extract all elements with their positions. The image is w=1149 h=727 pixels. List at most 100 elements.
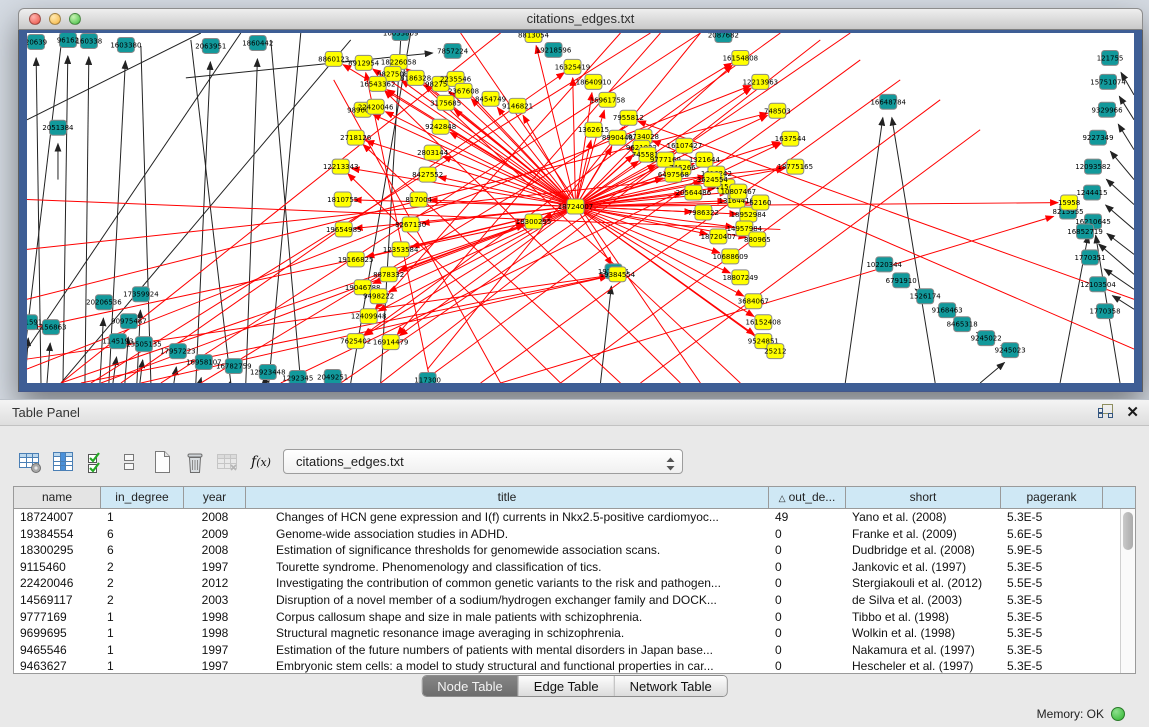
graph-node[interactable]: 1603380 xyxy=(110,37,141,52)
graph-edge[interactable] xyxy=(27,338,28,383)
tab-network-table[interactable]: Network Table xyxy=(614,676,727,696)
graph-edge[interactable] xyxy=(61,40,351,383)
tab-node-table[interactable]: Node Table xyxy=(422,676,518,696)
graph-node[interactable]: 9242848 xyxy=(425,119,456,134)
graph-edge[interactable] xyxy=(113,357,117,383)
graph-node[interactable]: 9245023 xyxy=(995,343,1026,358)
table-row[interactable]: 1872400712008Changes of HCN gene express… xyxy=(14,509,1119,526)
graph-node[interactable]: 10688609 xyxy=(713,249,749,264)
graph-node[interactable]: 121755 xyxy=(1097,50,1124,65)
graph-edge[interactable] xyxy=(1118,124,1134,149)
graph-edge[interactable] xyxy=(63,56,68,383)
graph-node[interactable]: 1526174 xyxy=(910,289,942,304)
graph-node[interactable]: 20639 xyxy=(27,34,47,49)
graph-edge[interactable] xyxy=(892,118,935,383)
table-row[interactable]: 946362711997Embryonic stem cells: a mode… xyxy=(14,658,1119,673)
show-column-button[interactable] xyxy=(49,448,77,476)
graph-node[interactable]: 7955812 xyxy=(613,110,644,125)
new-column-button[interactable] xyxy=(148,448,176,476)
network-canvas[interactable]: 2063996162160338160338020639511860442160… xyxy=(27,33,1134,383)
graph-node[interactable]: 17957223 xyxy=(160,344,196,359)
graph-node[interactable]: 12213343 xyxy=(323,159,359,174)
graph-node[interactable]: 12093582 xyxy=(1075,159,1111,174)
graph-node[interactable]: 9245022 xyxy=(971,331,1002,346)
zoom-window-button[interactable] xyxy=(69,13,81,25)
table-row[interactable]: 1456911722003Disruption of a novel membe… xyxy=(14,592,1119,609)
close-window-button[interactable] xyxy=(29,13,41,25)
graph-node[interactable]: 20206536 xyxy=(86,295,122,310)
graph-node[interactable]: 15751074 xyxy=(1090,74,1126,89)
memory-status-icon[interactable] xyxy=(1111,707,1125,721)
graph-node[interactable]: 2051384 xyxy=(42,120,74,135)
graph-node[interactable]: 10220344 xyxy=(866,257,902,272)
table-options-button[interactable] xyxy=(16,448,44,476)
table-row[interactable]: 1938455462009Genome-wide association stu… xyxy=(14,526,1119,543)
network-file-select[interactable]: citations_edges.txt xyxy=(283,449,683,474)
delete-table-button[interactable] xyxy=(214,448,242,476)
graph-edge[interactable] xyxy=(1110,151,1134,179)
graph-edge[interactable] xyxy=(1106,179,1134,204)
graph-node[interactable]: 6791910 xyxy=(886,273,917,288)
graph-node[interactable]: 117300 xyxy=(414,373,441,383)
graph-edge[interactable] xyxy=(140,360,143,383)
graph-node[interactable]: 7857224 xyxy=(437,43,469,58)
graph-node[interactable]: 1770358 xyxy=(1089,304,1120,319)
graph-node[interactable]: 748503 xyxy=(764,103,791,118)
graph-edge[interactable] xyxy=(980,363,1004,383)
graph-edge[interactable] xyxy=(573,78,576,207)
row-height-button[interactable] xyxy=(115,448,143,476)
graph-node[interactable]: 90975487 xyxy=(111,314,147,329)
graph-edge[interactable] xyxy=(454,110,575,207)
graph-node[interactable]: 16914479 xyxy=(373,335,409,350)
table-row[interactable]: 946554611997Estimation of the future num… xyxy=(14,642,1119,659)
graph-node[interactable]: 17359924 xyxy=(123,287,159,302)
graph-node[interactable]: 12409948 xyxy=(351,309,387,324)
graph-edge[interactable] xyxy=(200,378,201,383)
graph-edge[interactable] xyxy=(421,60,861,383)
tab-edge-table[interactable]: Edge Table xyxy=(518,676,614,696)
graph-node[interactable]: 25212 xyxy=(764,344,786,359)
graph-node[interactable]: 7986322 xyxy=(688,205,719,220)
graph-node[interactable]: 9227349 xyxy=(1082,130,1113,145)
graph-edge[interactable] xyxy=(230,381,231,383)
graph-node[interactable]: 62160 xyxy=(749,195,771,210)
float-panel-button[interactable] xyxy=(1098,404,1113,423)
graph-edge[interactable] xyxy=(141,46,151,383)
graph-node[interactable]: 16033809 xyxy=(383,33,419,40)
column-header-out-degree[interactable]: △out_de... xyxy=(769,487,846,508)
table-row[interactable]: 2242004622012Investigating the contribut… xyxy=(14,575,1119,592)
graph-node[interactable]: 16107427 xyxy=(667,138,703,153)
graph-node[interactable]: 16648784 xyxy=(870,94,906,109)
graph-node[interactable]: 2063951 xyxy=(195,38,226,53)
graph-node[interactable]: 160338 xyxy=(76,33,103,48)
column-header-in-degree[interactable]: in_degree xyxy=(101,487,184,508)
graph-edge[interactable] xyxy=(246,59,258,383)
graph-node[interactable]: 19654985 xyxy=(326,222,362,237)
table-row[interactable]: 1830029562008Estimation of significance … xyxy=(14,542,1119,559)
graph-node[interactable]: 16152408 xyxy=(746,315,782,330)
graph-edge[interactable] xyxy=(85,57,89,383)
graph-edge[interactable] xyxy=(600,286,611,383)
close-panel-button[interactable]: ✕ xyxy=(1126,406,1139,420)
graph-edge[interactable] xyxy=(845,118,883,383)
graph-node[interactable]: 8912954 xyxy=(348,55,380,70)
graph-node[interactable]: 19218596 xyxy=(536,42,572,57)
column-header-year[interactable]: year xyxy=(184,487,246,508)
graph-node[interactable]: 1810755 xyxy=(327,192,358,207)
graph-node[interactable]: 1292345 xyxy=(282,371,313,383)
column-header-name[interactable]: name xyxy=(14,487,101,508)
table-row[interactable]: 969969511998Structural magnetic resonanc… xyxy=(14,625,1119,642)
column-header-title[interactable]: title xyxy=(246,487,769,508)
graph-node[interactable]: 1770351 xyxy=(1075,250,1106,265)
delete-column-button[interactable] xyxy=(181,448,209,476)
graph-node[interactable]: 7625402 xyxy=(340,334,371,349)
column-header-pagerank[interactable]: pagerank xyxy=(1001,487,1103,508)
graph-node[interactable]: 2718126 xyxy=(340,130,371,145)
function-builder-button[interactable]: f(x) xyxy=(247,448,275,476)
graph-node[interactable]: 8465318 xyxy=(947,317,978,332)
graph-node[interactable]: 9168463 xyxy=(932,303,963,318)
graph-node[interactable]: 8267130 xyxy=(395,217,426,232)
graph-node[interactable]: 18775165 xyxy=(778,159,814,174)
table-scrollbar[interactable] xyxy=(1120,509,1135,673)
table-row[interactable]: 977716911998Corpus callosum shape and si… xyxy=(14,609,1119,626)
